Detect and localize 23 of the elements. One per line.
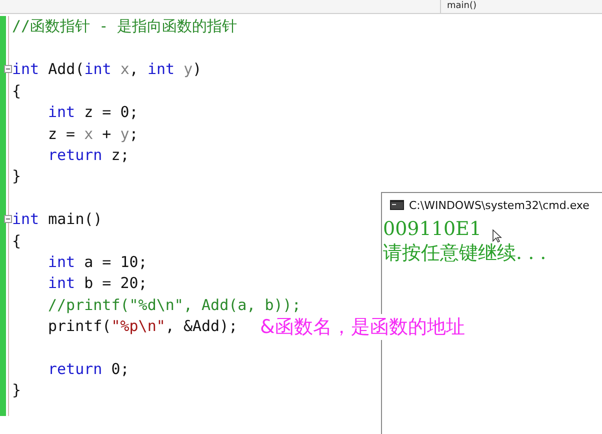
code-line: { [12, 232, 22, 250]
annotation-text: &函数名，是函数的地址 [260, 314, 465, 340]
code-line: //函数指针 - 是指向函数的指针 [12, 17, 238, 36]
code-line: int b = 20; [47, 274, 148, 292]
mouse-pointer-icon [492, 229, 502, 243]
window-title: C:\WINDOWS\system32\cmd.exe [409, 198, 590, 212]
code-line: int Add(int x, int y) [12, 60, 202, 78]
code-line: return 0; [47, 360, 130, 378]
code-line: { [12, 82, 22, 100]
code-line: int z = 0; [47, 103, 138, 122]
collapse-icon[interactable] [4, 215, 12, 224]
code-line: int a = 10; [47, 252, 148, 271]
code-line: //printf("%d\n", Add(a, b)); [47, 296, 301, 314]
code-line: } [12, 167, 22, 186]
code-line: int main() [12, 210, 102, 228]
code-line: printf("%p\n", &Add); [47, 317, 238, 336]
console-output: 请按任意键继续. . . [383, 241, 546, 265]
code-line: return z; [47, 146, 130, 164]
terminal-icon [390, 200, 404, 210]
collapse-icon[interactable] [4, 65, 12, 74]
console-output: 009110E1 [383, 217, 482, 241]
code-line: } [12, 381, 22, 400]
code-line: z = x + y; [47, 124, 138, 143]
